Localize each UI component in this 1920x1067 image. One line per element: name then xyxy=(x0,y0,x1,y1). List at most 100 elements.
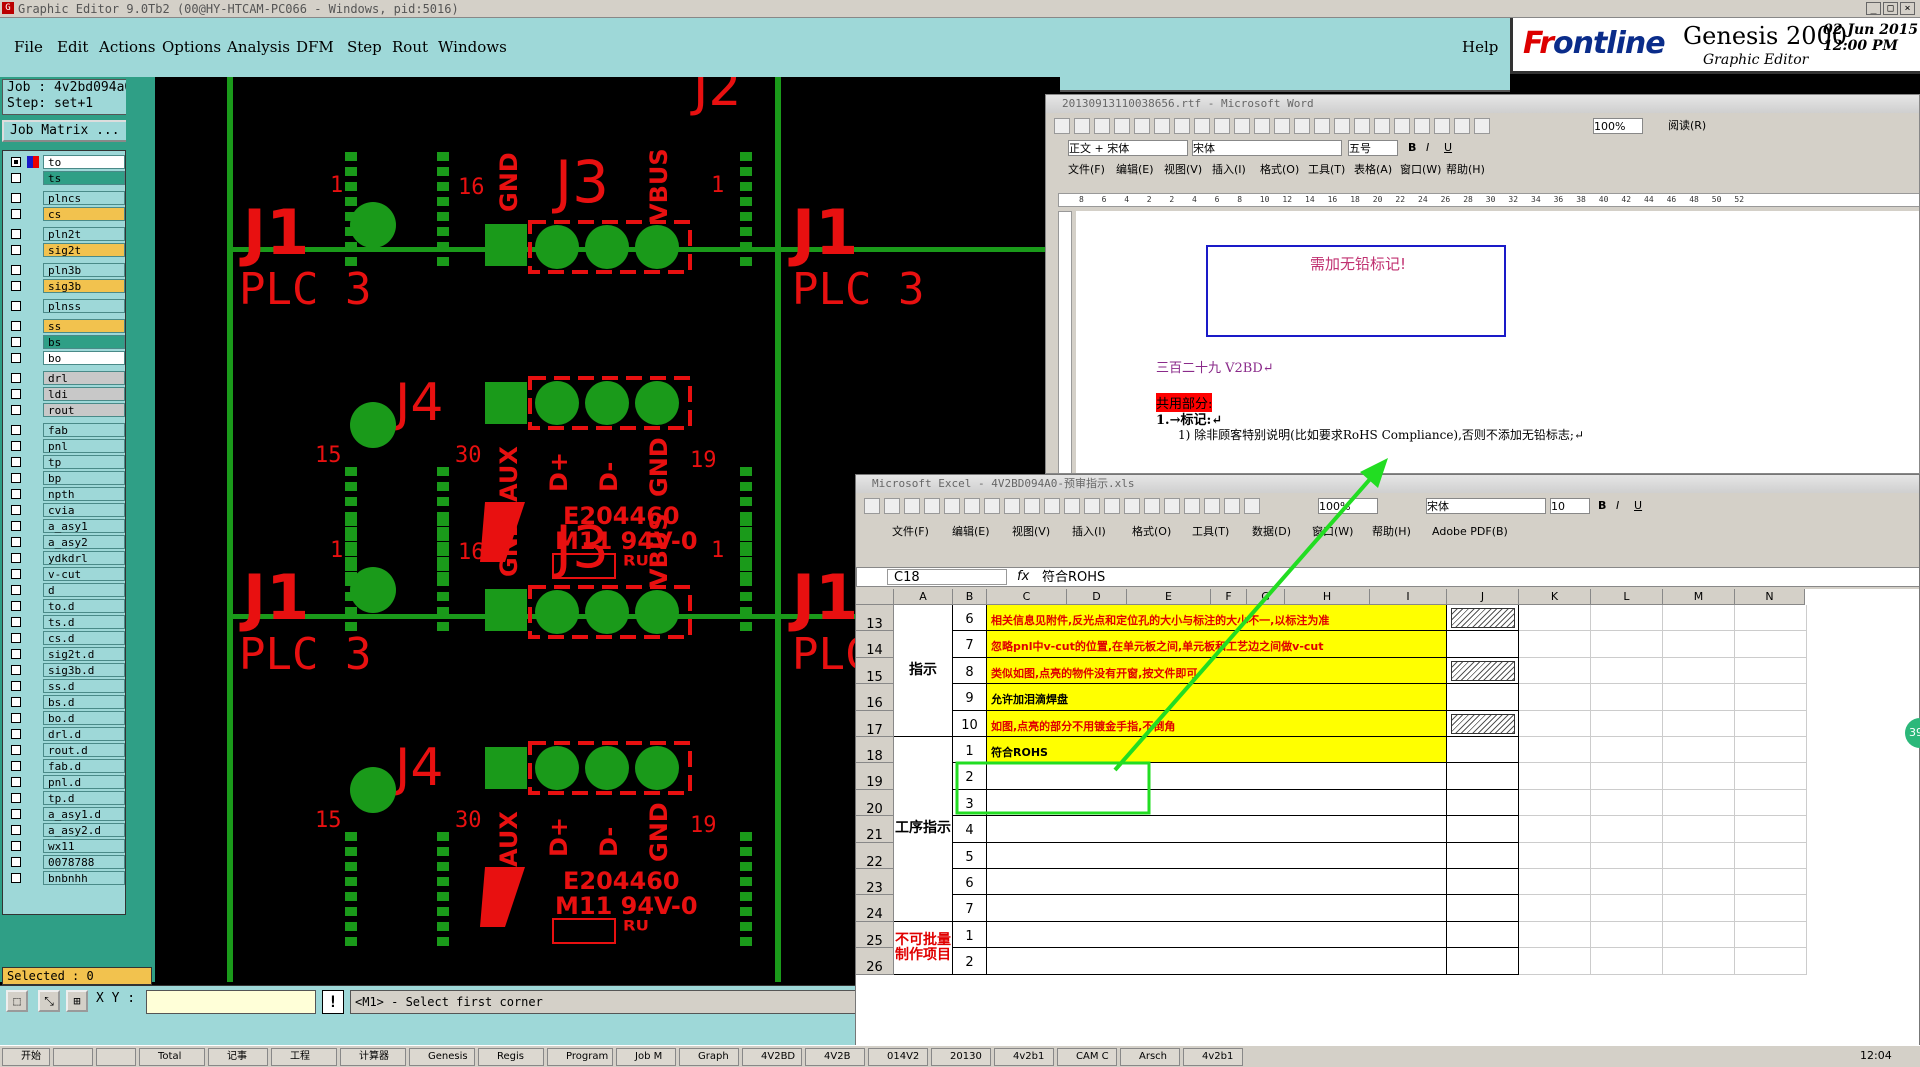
layer-checkbox[interactable] xyxy=(11,457,21,467)
excel-menu-view[interactable]: 视图(V) xyxy=(1012,521,1050,543)
taskbar-item[interactable]: 记事 xyxy=(208,1048,268,1066)
column-header[interactable]: D xyxy=(1067,589,1127,605)
layer-row[interactable]: to.d xyxy=(7,599,125,613)
layer-row[interactable]: sig2t.d xyxy=(7,647,125,661)
empty-cell[interactable] xyxy=(1735,948,1807,975)
layer-checkbox[interactable] xyxy=(11,505,21,515)
empty-cell[interactable] xyxy=(1591,684,1663,711)
empty-cell[interactable] xyxy=(1519,869,1591,896)
layer-checkbox[interactable] xyxy=(11,873,21,883)
taskbar-item[interactable]: Genesis xyxy=(409,1048,475,1066)
cell-index[interactable]: 7 xyxy=(953,631,987,658)
layer-checkbox[interactable] xyxy=(11,353,21,363)
layer-checkbox[interactable] xyxy=(11,601,21,611)
row-header[interactable]: 22 xyxy=(856,842,894,870)
layer-row[interactable]: bs.d xyxy=(7,695,125,709)
cell-instruction[interactable] xyxy=(987,763,1447,790)
layer-checkbox[interactable] xyxy=(11,681,21,691)
layer-checkbox[interactable] xyxy=(11,665,21,675)
excel-menu-format[interactable]: 格式(O) xyxy=(1132,521,1171,543)
word-size-select[interactable]: 五号 xyxy=(1348,140,1398,156)
layer-name[interactable]: plnss xyxy=(43,299,125,313)
layer-row[interactable]: cs xyxy=(7,207,125,221)
empty-cell[interactable] xyxy=(1735,737,1807,764)
layer-name[interactable]: fab xyxy=(43,423,125,437)
layer-checkbox[interactable] xyxy=(11,649,21,659)
layer-name[interactable]: rout.d xyxy=(43,743,125,757)
empty-cell[interactable] xyxy=(1663,737,1735,764)
column-header[interactable]: B xyxy=(953,589,987,605)
column-header[interactable]: M xyxy=(1663,589,1735,605)
empty-cell[interactable] xyxy=(1591,763,1663,790)
menu-help[interactable]: Help xyxy=(1462,38,1498,56)
row-header[interactable]: 20 xyxy=(856,789,894,817)
menu-analysis[interactable]: Analysis xyxy=(227,38,290,56)
layer-checkbox[interactable] xyxy=(11,713,21,723)
empty-cell[interactable] xyxy=(1663,631,1735,658)
excel-menu-help[interactable]: 帮助(H) xyxy=(1372,521,1411,543)
layer-name[interactable]: pnl xyxy=(43,439,125,453)
column-header[interactable]: K xyxy=(1519,589,1591,605)
layer-row[interactable]: 0078788 xyxy=(7,855,125,869)
empty-cell[interactable] xyxy=(1519,710,1591,737)
empty-cell[interactable] xyxy=(1519,631,1591,658)
cell-image[interactable] xyxy=(1447,737,1519,764)
cell-index[interactable]: 5 xyxy=(953,842,987,869)
layer-row[interactable]: wx11 xyxy=(7,839,125,853)
empty-cell[interactable] xyxy=(1663,684,1735,711)
cell-index[interactable]: 2 xyxy=(953,763,987,790)
layer-checkbox[interactable] xyxy=(11,697,21,707)
empty-cell[interactable] xyxy=(1591,869,1663,896)
layer-name[interactable]: bo xyxy=(43,351,125,365)
empty-cell[interactable] xyxy=(1663,657,1735,685)
excel-menu-tools[interactable]: 工具(T) xyxy=(1192,521,1229,543)
layer-name[interactable]: bo.d xyxy=(43,711,125,725)
spreadsheet-grid[interactable]: A B C D E F G H I J K L M N 13 6 相关信息见附件,反光点和定位孔的大小与标注的大… xyxy=(856,589,1919,1066)
taskbar-item[interactable]: Regis xyxy=(478,1048,544,1066)
layer-row[interactable]: pnl.d xyxy=(7,775,125,789)
cell-index[interactable]: 3 xyxy=(953,789,987,817)
layer-row[interactable]: bnbnhh xyxy=(7,871,125,885)
cell-index[interactable]: 7 xyxy=(953,895,987,922)
excel-toolbar-icons[interactable] xyxy=(862,495,1262,517)
taskbar-item[interactable]: 20130 xyxy=(931,1048,991,1066)
taskbar-item[interactable] xyxy=(53,1048,93,1066)
column-header[interactable]: N xyxy=(1735,589,1805,605)
empty-cell[interactable] xyxy=(1735,921,1807,949)
layer-name[interactable]: sig2t xyxy=(43,243,125,257)
layer-row[interactable]: rout.d xyxy=(7,743,125,757)
excel-font-select[interactable]: 宋体 xyxy=(1426,498,1546,514)
close-icon[interactable]: × xyxy=(1900,2,1915,15)
layer-checkbox[interactable] xyxy=(11,809,21,819)
cell-instruction[interactable]: 类似如图,点亮的物件没有开窗,按文件即可 xyxy=(987,657,1447,685)
cell-instruction[interactable]: 允许加泪滴焊盘 xyxy=(987,684,1447,711)
word-document-page[interactable]: 需加无铅标记! 三百二十九 V2BD↵ 共用部分: 1.→标记:↵ 1) 除非顾… xyxy=(1076,211,1919,473)
column-header[interactable]: A xyxy=(894,589,953,605)
layer-name[interactable]: bs.d xyxy=(43,695,125,709)
excel-bold-icon[interactable]: B xyxy=(1598,495,1606,517)
cell-instruction[interactable] xyxy=(987,921,1447,949)
empty-cell[interactable] xyxy=(1735,869,1807,896)
layer-name[interactable]: ldi xyxy=(43,387,125,401)
cell-index[interactable]: 1 xyxy=(953,921,987,949)
layer-row[interactable]: d xyxy=(7,583,125,597)
cell-image[interactable] xyxy=(1447,842,1519,869)
layer-name[interactable]: wx11 xyxy=(43,839,125,853)
empty-cell[interactable] xyxy=(1519,605,1591,632)
layer-checkbox[interactable] xyxy=(11,157,21,167)
empty-cell[interactable] xyxy=(1591,737,1663,764)
empty-cell[interactable] xyxy=(1519,921,1591,949)
menu-windows[interactable]: Windows xyxy=(438,38,507,56)
row-header[interactable]: 23 xyxy=(856,869,894,896)
layer-name[interactable]: to.d xyxy=(43,599,125,613)
word-menu-edit[interactable]: 编辑(E) xyxy=(1116,159,1154,181)
cell-instruction[interactable] xyxy=(987,869,1447,896)
layer-row[interactable]: bs xyxy=(7,335,125,349)
taskbar-item[interactable]: Program xyxy=(547,1048,613,1066)
menu-edit[interactable]: Edit xyxy=(57,38,88,56)
layer-checkbox[interactable] xyxy=(11,569,21,579)
cell-image[interactable] xyxy=(1447,921,1519,949)
layer-name[interactable]: ydkdrl xyxy=(43,551,125,565)
excel-menu-insert[interactable]: 插入(I) xyxy=(1072,521,1106,543)
empty-cell[interactable] xyxy=(1663,605,1735,632)
